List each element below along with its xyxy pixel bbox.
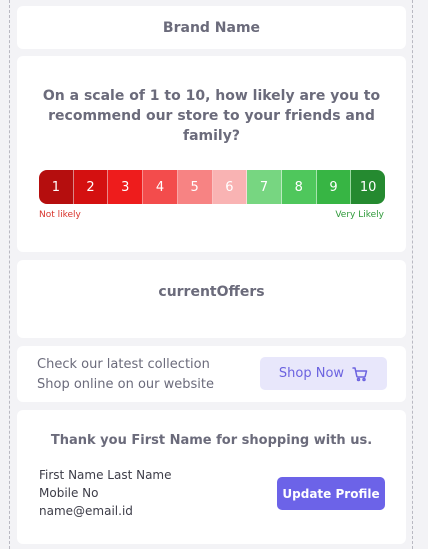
- scale-high-label: Very Likely: [335, 210, 384, 220]
- left-guide-line: [9, 0, 10, 549]
- shop-now-button[interactable]: Shop Now: [260, 357, 387, 390]
- customer-mobile: Mobile No: [39, 486, 99, 500]
- update-profile-button[interactable]: Update Profile: [277, 477, 385, 510]
- offers-title: currentOffers: [158, 284, 265, 300]
- shop-now-label: Shop Now: [278, 366, 345, 381]
- nps-option-4[interactable]: 4: [143, 170, 178, 204]
- nps-survey-card: On a scale of 1 to 10, how likely are yo…: [17, 56, 406, 252]
- brand-name: Brand Name: [162, 19, 261, 36]
- nps-scale: 1 2 3 4 5 6 7 8 9 10: [39, 170, 385, 204]
- right-guide-line: [412, 0, 413, 549]
- cart-icon: [352, 366, 368, 382]
- scale-low-label: Not likely: [39, 210, 81, 220]
- nps-option-8[interactable]: 8: [281, 170, 317, 204]
- nps-option-2[interactable]: 2: [73, 170, 109, 204]
- current-offers-card: currentOffers: [17, 260, 406, 338]
- promo-text: Check our latest collection Shop online …: [37, 355, 214, 395]
- promo-card: Check our latest collection Shop online …: [17, 346, 406, 402]
- customer-details: First Name Last Name Mobile No name@emai…: [39, 466, 172, 520]
- nps-option-10[interactable]: 10: [351, 170, 385, 204]
- customer-email: name@email.id: [39, 504, 133, 518]
- thank-you-message: Thank you First Name for shopping with u…: [50, 433, 373, 448]
- nps-option-5[interactable]: 5: [177, 170, 213, 204]
- nps-option-7[interactable]: 7: [247, 170, 282, 204]
- nps-option-3[interactable]: 3: [108, 170, 144, 204]
- profile-card: Thank you First Name for shopping with u…: [17, 410, 406, 544]
- nps-option-6[interactable]: 6: [212, 170, 248, 204]
- promo-line-1: Check our latest collection: [37, 357, 210, 372]
- nps-option-9[interactable]: 9: [316, 170, 352, 204]
- brand-card: Brand Name: [17, 6, 406, 49]
- customer-name: First Name Last Name: [39, 468, 172, 482]
- nps-option-1[interactable]: 1: [39, 170, 74, 204]
- survey-question: On a scale of 1 to 10, how likely are yo…: [42, 88, 381, 144]
- promo-line-2: Shop online on our website: [37, 377, 214, 392]
